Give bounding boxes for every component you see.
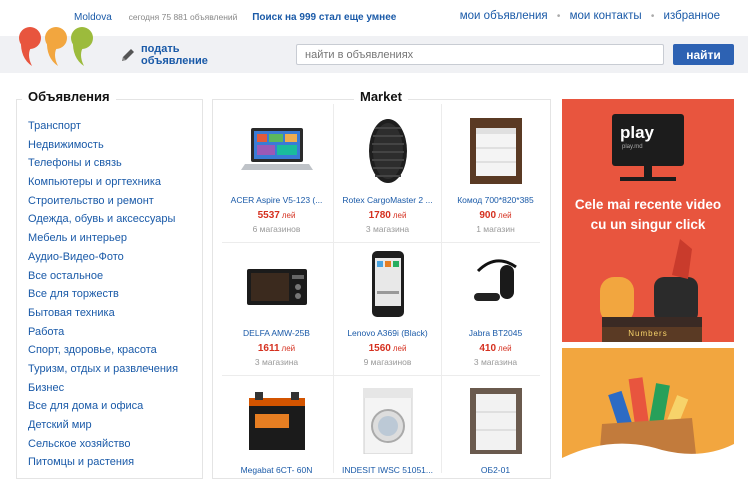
product-card[interactable]: Megabat 6CT- 60N: [224, 388, 329, 475]
product-stores: 3 магазина: [254, 357, 299, 367]
product-card[interactable]: Комод 700*820*385 900 лей 1 магазин: [443, 118, 548, 234]
site-logo[interactable]: [18, 24, 98, 70]
product-name[interactable]: Megabat 6CT- 60N: [224, 465, 329, 475]
product-name[interactable]: DELFA AMW-25B: [224, 328, 329, 338]
grid-divider: [441, 104, 442, 473]
category-item[interactable]: Питомцы и растения: [28, 455, 178, 474]
product-stores: 3 магазина: [365, 224, 410, 234]
product-card[interactable]: ACER Aspire V5-123 (... 5537 лей 6 магази…: [224, 118, 329, 234]
category-item[interactable]: Все для дома и офиса: [28, 399, 178, 418]
product-stores: 9 магазинов: [363, 357, 412, 367]
product-card[interactable]: Jabra BT2045 410 лей 3 магазина: [443, 251, 548, 367]
phone-icon: [371, 251, 404, 317]
category-item[interactable]: Все для торжеств: [28, 287, 178, 306]
gift-box-art: [562, 377, 734, 473]
ad-brand: Numbers: [628, 329, 668, 338]
product-card[interactable]: Rotex CargoMaster 2 ... 1780 лей 3 магази…: [335, 118, 440, 234]
product-name[interactable]: Rotex CargoMaster 2 ...: [335, 195, 440, 205]
category-item[interactable]: Аудио-Видео-Фото: [28, 250, 178, 269]
product-price: 1560 лей: [368, 343, 407, 354]
headset-icon: [473, 259, 517, 301]
market-title: Market: [354, 89, 408, 104]
play-ad-banner[interactable]: play play.md Cele mai recente video cu u…: [562, 99, 734, 342]
category-item[interactable]: Мебель и интерьер: [28, 231, 178, 250]
product-card[interactable]: DELFA AMW-25B 1611 лей 3 магазина: [224, 251, 329, 367]
category-item[interactable]: Компьютеры и оргтехника: [28, 175, 178, 194]
microwave-icon: [246, 269, 307, 305]
categories-list: Транспорт Недвижимость Телефоны и связь …: [28, 119, 178, 474]
post-ad-label-2: объявление: [141, 55, 208, 67]
category-item[interactable]: Строительство и ремонт: [28, 194, 178, 213]
laptop-icon: [240, 128, 313, 170]
tire-icon: [368, 119, 407, 183]
product-name[interactable]: Jabra BT2045: [443, 328, 548, 338]
washer-icon: [363, 387, 412, 455]
play-logo: play: [620, 123, 655, 142]
my-contacts-link[interactable]: мои контакты: [570, 10, 642, 22]
categories-title: Объявления: [22, 89, 116, 104]
search-input[interactable]: [296, 44, 664, 65]
category-item[interactable]: Телефоны и связь: [28, 156, 178, 175]
category-item[interactable]: Туризм, отдых и развлечения: [28, 362, 178, 381]
promo-link[interactable]: Поиск на 999 стал еще умнее: [252, 12, 396, 23]
dresser-icon: [469, 118, 522, 184]
grid-divider: [222, 242, 540, 243]
category-item[interactable]: Сельское хозяйство: [28, 437, 178, 456]
pencil-icon: [122, 49, 134, 61]
post-ad-label-1: подать: [141, 43, 180, 55]
product-price: 900 лей: [479, 210, 512, 221]
category-item[interactable]: Детский мир: [28, 418, 178, 437]
category-item[interactable]: Транспорт: [28, 119, 178, 138]
product-name[interactable]: Комод 700*820*385: [443, 195, 548, 205]
promo-ad-banner[interactable]: [562, 348, 734, 473]
category-item[interactable]: Спорт, здоровье, красота: [28, 343, 178, 362]
product-stores: 3 магазина: [473, 357, 518, 367]
category-item[interactable]: Одежда, обувь и аксессуары: [28, 212, 178, 231]
top-bar: Moldova сегодня 75 881 объявлений Поиск …: [0, 0, 748, 36]
ad-headline: Cele mai recente video cu un singur clic…: [574, 197, 722, 232]
product-name[interactable]: INDESIT IWSC 51051...: [335, 465, 440, 475]
product-card[interactable]: ОБ2-01: [443, 388, 548, 475]
user-nav: мои объявления • мои контакты • избранно…: [460, 10, 720, 22]
product-name[interactable]: ACER Aspire V5-123 (...: [224, 195, 329, 205]
product-name[interactable]: ОБ2-01: [443, 465, 548, 475]
product-price: 410 лей: [479, 343, 512, 354]
product-card[interactable]: INDESIT IWSC 51051...: [335, 387, 440, 475]
favorites-link[interactable]: избранное: [664, 10, 720, 22]
my-ads-link[interactable]: мои объявления: [460, 10, 548, 22]
category-item[interactable]: Бизнес: [28, 381, 178, 400]
product-price: 5537 лей: [257, 210, 296, 221]
separator: •: [556, 11, 561, 22]
grid-divider: [222, 375, 540, 376]
post-ad-button[interactable]: подать объявление: [119, 43, 208, 67]
ads-count: сегодня 75 881 объявлений: [128, 12, 238, 22]
product-card[interactable]: Lenovo A369i (Black) 1560 лей 9 магазинов: [335, 251, 440, 367]
top-info: Moldova сегодня 75 881 объявлений Поиск …: [74, 12, 396, 23]
product-stores: 6 магазинов: [252, 224, 301, 234]
grid-divider: [333, 104, 334, 473]
search-button[interactable]: найти: [673, 44, 734, 65]
product-name[interactable]: Lenovo A369i (Black): [335, 328, 440, 338]
category-item[interactable]: Все остальное: [28, 269, 178, 288]
cabinet-icon: [469, 388, 522, 454]
product-price: 1611 лей: [257, 343, 296, 354]
region-link[interactable]: Moldova: [74, 12, 112, 23]
category-item[interactable]: Недвижимость: [28, 138, 178, 157]
play-logo-sub: play.md: [622, 144, 643, 150]
category-item[interactable]: Работа: [28, 325, 178, 344]
product-price: 1780 лей: [368, 210, 407, 221]
battery-icon: [248, 392, 305, 450]
separator: •: [650, 11, 655, 22]
category-item[interactable]: Бытовая техника: [28, 306, 178, 325]
product-stores: 1 магазин: [476, 224, 515, 234]
